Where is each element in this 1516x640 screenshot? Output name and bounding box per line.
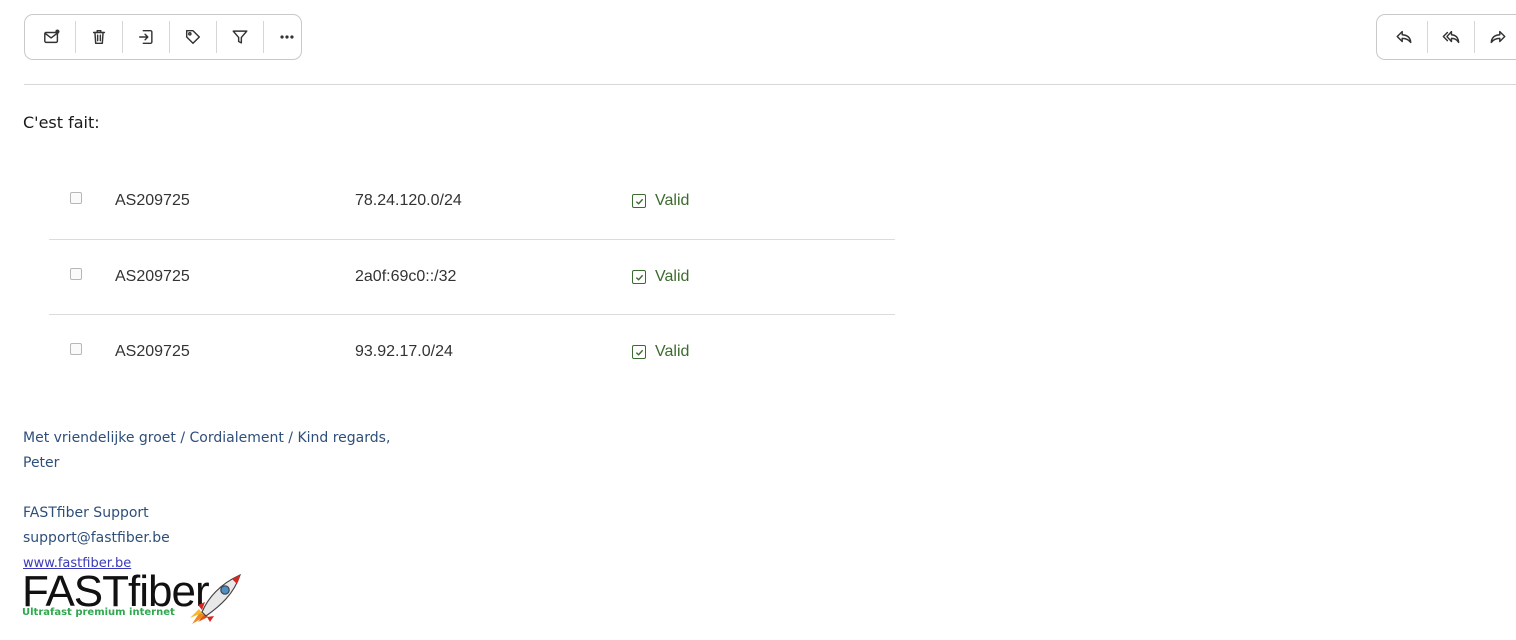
message-intro-text: C'est fait: — [23, 113, 100, 132]
tag-button[interactable] — [174, 21, 212, 53]
prefix-cell: 93.92.17.0/24 — [355, 343, 453, 360]
signature-name: Peter — [23, 455, 60, 471]
status-cell: Valid — [632, 343, 689, 361]
status-label: Valid — [655, 192, 690, 209]
header-divider — [24, 84, 1516, 85]
checkmark-icon — [632, 194, 646, 208]
forward-button[interactable] — [1479, 21, 1516, 53]
mark-unread-button[interactable] — [33, 21, 71, 53]
row-checkbox[interactable] — [70, 268, 82, 280]
table-row: AS209725 93.92.17.0/24 Valid — [49, 314, 895, 389]
table-row: AS209725 2a0f:69c0::/32 Valid — [49, 239, 895, 314]
status-cell: Valid — [632, 192, 689, 210]
signature-company: FASTfiber Support — [23, 505, 149, 521]
more-icon — [280, 35, 294, 39]
prefix-cell: 78.24.120.0/24 — [355, 192, 462, 209]
toolbar-divider — [263, 21, 264, 53]
more-actions-button[interactable] — [268, 21, 306, 53]
checkmark-icon — [632, 270, 646, 284]
signature-email: support@fastfiber.be — [23, 530, 170, 546]
reply-icon — [1396, 30, 1412, 44]
delete-button[interactable] — [80, 21, 118, 53]
toolbar-divider — [75, 21, 76, 53]
reply-actions-toolbar — [1376, 14, 1516, 60]
email-signature: Met vriendelijke groet / Cordialement / … — [23, 426, 390, 576]
status-label: Valid — [655, 268, 690, 285]
toolbar-divider — [122, 21, 123, 53]
asn-cell: AS209725 — [115, 343, 190, 360]
logo-tagline: Ultrafast premium internet — [22, 607, 175, 618]
toolbar-divider — [1427, 21, 1428, 53]
reply-all-button[interactable] — [1432, 21, 1470, 53]
roa-status-table: AS209725 78.24.120.0/24 Valid AS209725 2… — [49, 164, 895, 389]
reply-all-icon — [1442, 30, 1460, 44]
status-cell: Valid — [632, 268, 689, 286]
toolbar-divider — [1474, 21, 1475, 53]
prefix-cell: 2a0f:69c0::/32 — [355, 268, 457, 285]
trash-icon — [92, 29, 106, 45]
toolbar-divider — [216, 21, 217, 53]
forward-icon — [1490, 30, 1506, 44]
mark-unread-icon — [44, 29, 60, 44]
rocket-icon — [190, 573, 241, 624]
asn-cell: AS209725 — [115, 268, 190, 285]
tag-icon — [185, 29, 201, 45]
row-checkbox[interactable] — [70, 343, 82, 355]
toolbar-divider — [169, 21, 170, 53]
move-to-button[interactable] — [127, 21, 165, 53]
move-to-icon — [138, 29, 153, 45]
fastfiber-logo: FASTfiber Ultrafast premium internet — [22, 568, 252, 632]
status-label: Valid — [655, 343, 690, 360]
table-row: AS209725 78.24.120.0/24 Valid — [49, 164, 895, 239]
checkmark-icon — [632, 345, 646, 359]
filter-button[interactable] — [221, 21, 259, 53]
filter-icon — [232, 30, 248, 44]
reply-button[interactable] — [1385, 21, 1423, 53]
message-actions-toolbar — [24, 14, 302, 60]
asn-cell: AS209725 — [115, 192, 190, 209]
signature-greeting: Met vriendelijke groet / Cordialement / … — [23, 430, 391, 446]
row-checkbox[interactable] — [70, 192, 82, 204]
